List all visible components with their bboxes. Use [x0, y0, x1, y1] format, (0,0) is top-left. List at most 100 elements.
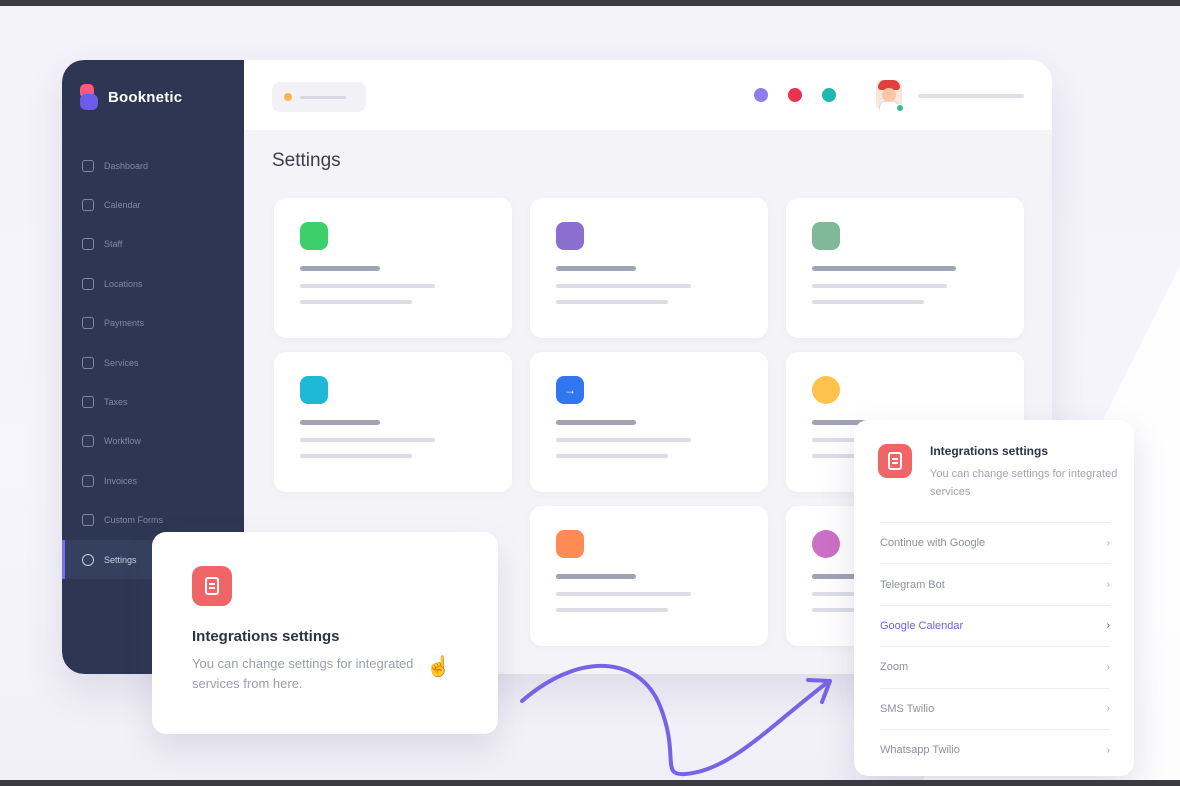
card-text-placeholder	[556, 300, 668, 304]
topbar	[244, 60, 1052, 130]
sidebar-item-label: Staff	[104, 239, 123, 250]
booknetic-logo-icon	[80, 84, 98, 110]
sidebar-nav: Dashboard Calendar Staff Locations Payments S…	[62, 146, 244, 580]
chevron-right-icon: ›	[1106, 744, 1110, 756]
integration-item-label: SMS Twilio	[880, 702, 935, 715]
chevron-right-icon: ›	[1106, 661, 1110, 673]
integration-item[interactable]: Whatsapp Twilio ›	[880, 728, 1110, 770]
chevron-right-icon: ›	[1106, 703, 1110, 715]
integrations-icon	[192, 566, 232, 606]
settings-card[interactable]	[530, 506, 768, 646]
sidebar-item-label: Invoices	[104, 475, 138, 486]
integrations-list: Continue with Google › Telegram Bot › Google…	[880, 522, 1110, 770]
page-title: Settings	[272, 150, 341, 171]
panel-description: You can change settings for integrated s…	[930, 468, 1118, 498]
sidebar-item-label: Locations	[104, 278, 143, 289]
workflow-icon	[82, 435, 94, 448]
settings-card[interactable]	[786, 198, 1024, 338]
hand-cursor-icon: ☝	[426, 656, 451, 678]
location-pin-icon	[82, 277, 94, 290]
card-text-placeholder	[812, 300, 924, 304]
sidebar-item-locations[interactable]: Locations	[62, 264, 244, 303]
card-text-placeholder	[556, 284, 691, 288]
curved-arrow-icon	[520, 664, 832, 777]
integration-item-label: Continue with Google	[880, 537, 986, 550]
integration-item[interactable]: Telegram Bot ›	[880, 563, 1110, 604]
sidebar-item-services[interactable]: Services	[62, 343, 244, 382]
search-bar[interactable]	[272, 82, 366, 112]
calendar-icon	[82, 199, 94, 212]
chart-line-icon	[82, 159, 94, 172]
brand[interactable]: Booknetic	[80, 84, 182, 110]
integration-item-label: Zoom	[880, 661, 909, 674]
card-title-placeholder	[556, 266, 636, 271]
custom-forms-icon	[82, 514, 94, 527]
card-text-placeholder	[556, 438, 691, 442]
sidebar-item-taxes[interactable]: Taxes	[62, 382, 244, 421]
integrations-settings-panel: Integrations settings You can change set…	[854, 420, 1134, 776]
taxes-icon	[82, 396, 94, 409]
chevron-right-icon: ›	[1106, 579, 1110, 591]
sidebar-item-label: Workflow	[104, 436, 141, 447]
invoices-icon	[82, 474, 94, 487]
sidebar-item-label: Custom Forms	[104, 515, 164, 526]
sidebar-item-label: Taxes	[104, 397, 128, 408]
search-indicator-icon	[284, 93, 292, 101]
status-dot-red[interactable]	[788, 88, 802, 102]
sidebar-item-label: Settings	[104, 554, 137, 565]
status-dot-purple[interactable]	[754, 88, 768, 102]
integration-item[interactable]: Continue with Google ›	[880, 522, 1110, 563]
sidebar-item-workflow[interactable]: Workflow	[62, 422, 244, 461]
sidebar-item-label: Services	[104, 357, 139, 368]
integrations-card-description: You can change settings for integrated s…	[192, 656, 414, 691]
sidebar-item-label: Payments	[104, 318, 145, 329]
card-title-placeholder	[300, 266, 380, 271]
card-title-placeholder	[812, 266, 956, 271]
gear-icon	[82, 553, 94, 566]
payments-icon	[82, 317, 94, 330]
chevron-right-icon: ›	[1106, 620, 1110, 632]
card-title-placeholder	[556, 574, 636, 579]
integration-item[interactable]: SMS Twilio ›	[880, 687, 1110, 729]
integration-item-label: Google Calendar	[880, 619, 964, 632]
settings-card[interactable]	[530, 198, 768, 338]
integration-item-label: Telegram Bot	[880, 578, 945, 591]
card-text-placeholder	[556, 608, 668, 612]
card-text-placeholder	[300, 454, 412, 458]
integrations-settings-card[interactable]: Integrations settings You can change set…	[152, 532, 498, 734]
marketing-canvas: Booknetic Dashboard Calendar Staff Location…	[0, 6, 1180, 780]
sidebar-item-label: Dashboard	[104, 160, 149, 171]
integrations-card-title: Integrations settings	[192, 628, 340, 645]
card-title-placeholder	[300, 420, 380, 425]
sidebar-item-invoices[interactable]: Invoices	[62, 461, 244, 500]
sidebar-item-payments[interactable]: Payments	[62, 304, 244, 343]
card-text-placeholder	[300, 438, 435, 442]
integration-item[interactable]: Zoom ›	[880, 646, 1110, 687]
sidebar-item-label: Calendar	[104, 200, 141, 211]
circle-icon	[812, 376, 840, 404]
panel-title: Integrations settings	[930, 444, 1049, 458]
card-text-placeholder	[300, 284, 435, 288]
card-text-placeholder	[556, 592, 691, 596]
sidebar-item-calendar[interactable]: Calendar	[62, 185, 244, 224]
sidebar-item-dashboard[interactable]: Dashboard	[62, 146, 244, 185]
sidebar-item-staff[interactable]: Staff	[62, 225, 244, 264]
settings-card[interactable]: →	[530, 352, 768, 492]
integration-item-label: Whatsapp Twilio	[880, 744, 960, 757]
tag-icon	[556, 530, 584, 558]
chevron-right-icon: ›	[1106, 537, 1110, 549]
integration-item[interactable]: Google Calendar ›	[880, 604, 1110, 646]
settings-card[interactable]	[274, 352, 512, 492]
whatsapp-icon	[300, 222, 328, 250]
card-text-placeholder	[556, 454, 668, 458]
settings-card[interactable]	[274, 198, 512, 338]
brush-icon	[556, 222, 584, 250]
card-title-placeholder	[556, 420, 636, 425]
user-icon	[82, 238, 94, 251]
clock-icon	[812, 222, 840, 250]
services-icon	[82, 356, 94, 369]
status-dot-teal[interactable]	[822, 88, 836, 102]
search-placeholder-line	[300, 95, 346, 99]
user-name-placeholder[interactable]	[918, 94, 1024, 98]
card-text-placeholder	[300, 300, 412, 304]
